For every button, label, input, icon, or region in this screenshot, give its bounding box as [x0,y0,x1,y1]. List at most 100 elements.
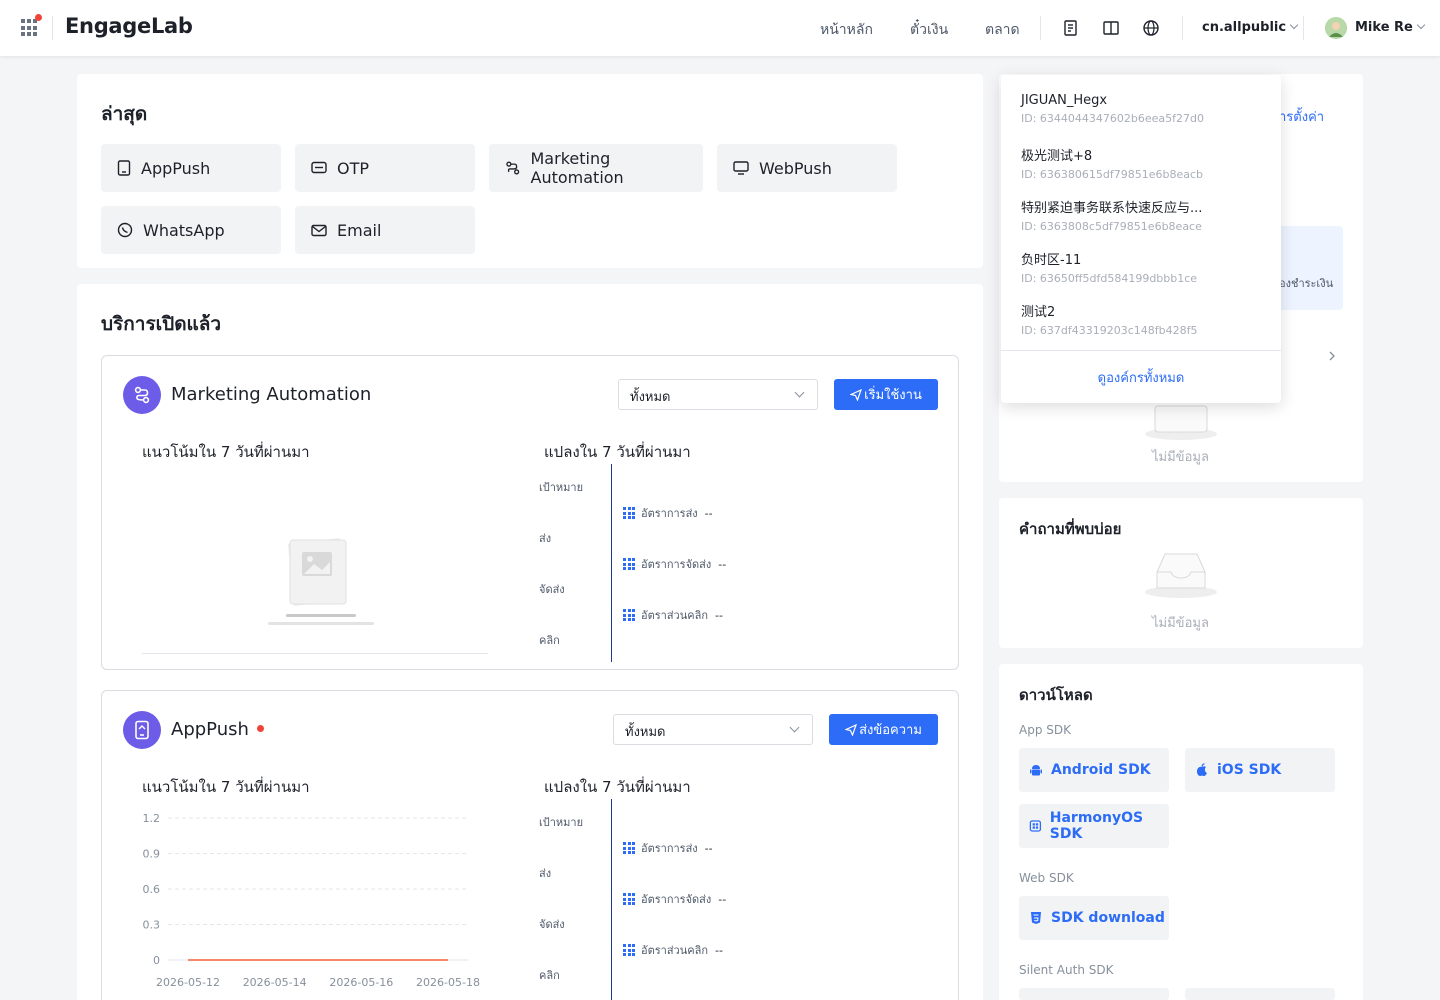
chevron-down-icon [789,722,800,733]
org-switcher[interactable]: cn.allpublic [1202,20,1299,35]
web-sdk-download-button[interactable]: SDK download [1019,896,1169,940]
trend-line-chart: 1.2 0.9 0.6 0.3 0 2026-05-12 2026-05-14 2026-05… [143,812,480,989]
y-tick-label: 0.6 [143,883,161,896]
chevron-down-icon [794,387,805,398]
org-item[interactable]: 特别紧迫事务联系快速反应与... ID: 6363808c5df79851e6b8… [1021,197,1202,233]
recent-item-apppush[interactable]: AppPush [101,144,281,192]
org-dropdown: JIGUAN_Hegx ID: 6344044347602b6eea5f27d0 … [1001,75,1281,403]
funnel-target: เป้าหมาย [539,816,584,829]
logo[interactable]: EngageLab [65,14,193,38]
x-tick-label: 2026-05-18 [416,976,480,989]
send-icon [845,723,858,736]
document-icon[interactable] [1062,19,1080,37]
y-tick-label: 0 [153,954,160,967]
org-item[interactable]: 负时区-11 ID: 63650ff5dfd584199dbbb1ce [1021,249,1197,285]
download-title: ดาวน์โหลด [1019,686,1093,704]
phone-icon [123,711,161,749]
x-tick-label: 2026-05-12 [156,976,220,989]
org-id: ID: 6344044347602b6eea5f27d0 [1021,112,1205,125]
service-name: Marketing Automation [171,384,372,405]
axis-line [142,653,488,654]
user-menu[interactable]: Mike Re [1355,20,1426,35]
empty-box-icon [1145,405,1217,440]
grid-icon [623,944,635,956]
rate-value: -- [715,943,723,957]
funnel-axis [611,799,612,1000]
y-tick-label: 0.3 [143,919,161,932]
avatar[interactable] [1325,17,1347,39]
otp-icon [311,161,327,174]
recent-item-label: WhatsApp [143,220,225,240]
harmonyos-sdk-label: HarmonyOS SDK [1049,810,1144,842]
book-icon[interactable] [1102,19,1120,37]
send-message-button[interactable]: ส่งข้อความ [829,714,938,745]
start-button-label: เริ่มใช้งาน [864,388,922,403]
rate-label: อัตราส่วนคลิก [641,609,709,622]
filter-select[interactable]: ทั้งหมด [618,379,818,410]
harmonyos-sdk-button[interactable]: HarmonyOS SDK [1019,804,1169,848]
nav-billing[interactable]: ตั๋วเงิน [910,19,948,41]
org-id: ID: 637df43319203c148fb428f5 [1021,324,1198,337]
rate-value: -- [718,892,727,906]
app-launcher-icon[interactable] [21,14,42,37]
org-item[interactable]: JIGUAN_Hegx ID: 6344044347602b6eea5f27d0 [1021,93,1204,125]
recent-item-label: Marketing Automation [530,149,624,187]
android-sdk-button[interactable]: Android SDK [1019,748,1169,792]
settings-link[interactable]: ารตั้งค่า [1279,106,1324,127]
empty-text: ไม่มีข้อมูล [1152,616,1209,631]
globe-icon[interactable] [1142,19,1160,37]
org-item[interactable]: 测试2 ID: 637df43319203c148fb428f5 [1021,301,1198,337]
filter-select[interactable]: ทั้งหมด [613,714,813,745]
empty-text: ไม่มีข้อมูล [1152,450,1209,465]
conversion-title: แปลงใน 7 วันที่ผ่านมา [544,778,691,796]
ios-sdk-label: iOS SDK [1217,762,1282,778]
rate-label: อัตราส่วนคลิก [641,944,709,957]
rate-click: อัตราส่วนคลิก -- [623,941,723,959]
funnel-target: เป้าหมาย [539,481,584,494]
faq-title: คำถามที่พบบ่อย [1019,520,1122,538]
org-item[interactable]: 极光测试+8 ID: 636380615df79851e6b8eacb [1021,145,1203,181]
rate-label: อัตราการจัดส่ง [641,893,712,906]
view-all-orgs-link[interactable]: ดูองค์กรทั้งหมด [1001,367,1281,388]
flow-icon [506,161,520,175]
rate-send: อัตราการส่ง -- [623,839,713,857]
top-bar: EngageLab หน้าหลัก ตั๋วเงิน ตลาด cn.allp… [0,0,1440,56]
funnel-clicked: คลิก [539,634,560,647]
org-id: ID: 6363808c5df79851e6b8eace [1021,220,1202,233]
funnel-sent: ส่ง [539,532,552,545]
rate-value: -- [704,506,713,520]
org-name: JIGUAN_Hegx [1021,93,1108,108]
chevron-right-icon[interactable] [1327,350,1337,362]
service-apppush: AppPush ทั้งหมด ส่งข้อความ แนวโน้มใน 7 ว… [101,690,959,1000]
android-sdk-label: Android SDK [1051,762,1151,778]
recent-item-marketing-automation[interactable]: Marketing Automation [489,144,703,192]
nav-home[interactable]: หน้าหลัก [820,19,873,41]
recent-item-email[interactable]: Email [295,206,475,254]
faq-card: คำถามที่พบบ่อย ไม่มีข้อมูล [999,498,1363,648]
service-marketing-automation: Marketing Automation ทั้งหมด เริ่มใช้งาน… [101,355,959,670]
recent-item-webpush[interactable]: WebPush [717,144,897,192]
rate-label: อัตราการส่ง [641,507,698,520]
silent-auth-sdk-button[interactable] [1185,988,1335,1000]
html5-icon [1031,912,1041,924]
nav-market[interactable]: ตลาด [985,19,1020,41]
y-tick-label: 0.9 [143,848,161,861]
web-sdk-download-label: SDK download [1051,910,1165,926]
ios-sdk-button[interactable]: iOS SDK [1185,748,1335,792]
recent-item-label: WebPush [759,158,832,178]
rate-label: อัตราการส่ง [641,842,698,855]
rate-value: -- [715,608,723,622]
filter-value: ทั้งหมด [630,390,671,405]
chevron-down-icon [1416,20,1426,30]
start-button[interactable]: เริ่มใช้งาน [834,379,938,410]
group-label: App SDK [1019,723,1071,737]
funnel-delivered: จัดส่ง [539,583,565,596]
mail-icon [311,224,327,236]
recent-item-whatsapp[interactable]: WhatsApp [101,206,281,254]
empty-box-icon [1145,553,1217,598]
org-name: 特别紧迫事务联系快速反应与... [1021,201,1203,216]
billing-status: ้องชำระเงิน [1279,277,1334,290]
status-dot [256,725,264,732]
silent-auth-sdk-button[interactable] [1019,988,1169,1000]
recent-item-otp[interactable]: OTP [295,144,475,192]
